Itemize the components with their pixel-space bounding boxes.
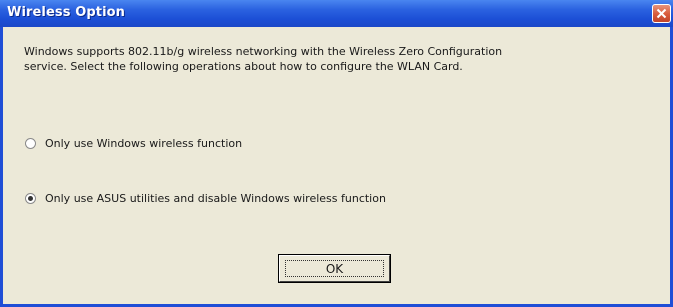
dialog-body: Windows supports 802.11b/g wireless netw…	[3, 27, 670, 304]
ok-button-label: OK	[325, 261, 344, 276]
radio-option-asus[interactable]: Only use ASUS utilities and disable Wind…	[25, 192, 386, 205]
window-title: Wireless Option	[7, 5, 126, 20]
close-icon	[656, 8, 667, 19]
ok-button[interactable]: OK	[278, 254, 391, 283]
radio-button-asus[interactable]	[25, 193, 36, 204]
radio-label-asus: Only use ASUS utilities and disable Wind…	[45, 192, 386, 205]
close-button[interactable]	[652, 4, 671, 23]
wireless-option-window: Wireless Option Windows supports 802.11b…	[0, 0, 673, 307]
radio-option-windows[interactable]: Only use Windows wireless function	[25, 137, 242, 150]
description-text: Windows supports 802.11b/g wireless netw…	[24, 45, 503, 73]
radio-button-windows[interactable]	[25, 138, 36, 149]
radio-label-windows: Only use Windows wireless function	[45, 137, 243, 150]
title-bar[interactable]: Wireless Option	[0, 0, 673, 27]
